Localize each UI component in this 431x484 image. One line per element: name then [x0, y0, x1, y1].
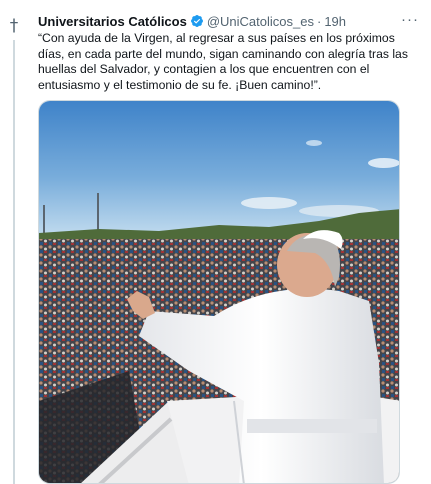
tweet-text: “Con ayuda de la Virgen, al regresar a s… [38, 31, 408, 92]
author-name[interactable]: Universitarios Católicos [38, 14, 187, 29]
more-options-icon[interactable]: ··· [401, 11, 419, 28]
tweet-timestamp[interactable]: 19h [324, 14, 346, 29]
verified-badge-icon [190, 15, 203, 27]
tweet-photo[interactable] [38, 100, 400, 484]
tweet-header: Universitarios Católicos @UniCatolicos_e… [38, 12, 346, 30]
cross-logo-icon[interactable]: † [6, 18, 22, 35]
author-handle[interactable]: @UniCatolicos_es [207, 14, 314, 29]
header-separator: · [316, 13, 322, 29]
thread-line [13, 40, 15, 484]
avatar-column: † [0, 0, 34, 484]
photo-image [39, 101, 399, 483]
